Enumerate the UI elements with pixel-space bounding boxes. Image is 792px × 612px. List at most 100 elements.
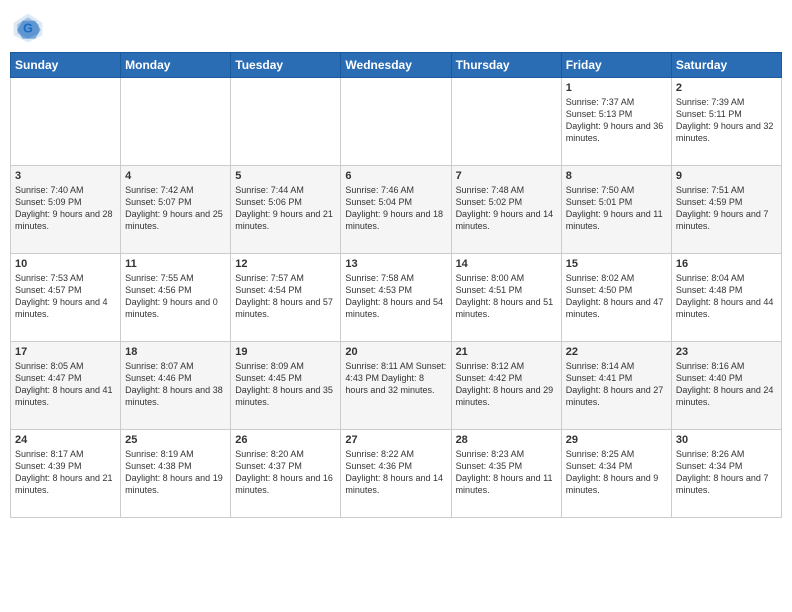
col-header-sunday: Sunday <box>11 53 121 78</box>
day-number: 4 <box>125 170 226 182</box>
day-info: Sunrise: 7:46 AM Sunset: 5:04 PM Dayligh… <box>345 184 446 233</box>
calendar-cell: 17 Sunrise: 8:05 AM Sunset: 4:47 PM Dayli… <box>11 342 121 430</box>
day-number: 8 <box>566 170 667 182</box>
header: G <box>10 10 782 46</box>
day-number: 24 <box>15 434 116 446</box>
calendar-cell <box>121 78 231 166</box>
calendar-cell: 7 Sunrise: 7:48 AM Sunset: 5:02 PM Daylig… <box>451 166 561 254</box>
day-number: 3 <box>15 170 116 182</box>
day-info: Sunrise: 7:53 AM Sunset: 4:57 PM Dayligh… <box>15 272 116 321</box>
calendar-cell: 12 Sunrise: 7:57 AM Sunset: 4:54 PM Dayli… <box>231 254 341 342</box>
day-info: Sunrise: 8:05 AM Sunset: 4:47 PM Dayligh… <box>15 360 116 409</box>
day-number: 19 <box>235 346 336 358</box>
calendar-cell: 4 Sunrise: 7:42 AM Sunset: 5:07 PM Daylig… <box>121 166 231 254</box>
day-number: 9 <box>676 170 777 182</box>
day-number: 5 <box>235 170 336 182</box>
day-info: Sunrise: 8:19 AM Sunset: 4:38 PM Dayligh… <box>125 448 226 497</box>
day-info: Sunrise: 8:25 AM Sunset: 4:34 PM Dayligh… <box>566 448 667 497</box>
calendar-cell: 1 Sunrise: 7:37 AM Sunset: 5:13 PM Daylig… <box>561 78 671 166</box>
calendar-cell: 19 Sunrise: 8:09 AM Sunset: 4:45 PM Dayli… <box>231 342 341 430</box>
day-info: Sunrise: 7:51 AM Sunset: 4:59 PM Dayligh… <box>676 184 777 233</box>
logo-icon: G <box>10 10 46 46</box>
day-info: Sunrise: 7:44 AM Sunset: 5:06 PM Dayligh… <box>235 184 336 233</box>
day-number: 21 <box>456 346 557 358</box>
day-info: Sunrise: 8:26 AM Sunset: 4:34 PM Dayligh… <box>676 448 777 497</box>
svg-text:G: G <box>23 22 33 36</box>
logo: G <box>10 10 50 46</box>
day-number: 11 <box>125 258 226 270</box>
day-number: 17 <box>15 346 116 358</box>
day-info: Sunrise: 7:58 AM Sunset: 4:53 PM Dayligh… <box>345 272 446 321</box>
day-number: 2 <box>676 82 777 94</box>
day-number: 16 <box>676 258 777 270</box>
day-info: Sunrise: 8:07 AM Sunset: 4:46 PM Dayligh… <box>125 360 226 409</box>
day-info: Sunrise: 7:57 AM Sunset: 4:54 PM Dayligh… <box>235 272 336 321</box>
day-info: Sunrise: 8:20 AM Sunset: 4:37 PM Dayligh… <box>235 448 336 497</box>
calendar-cell: 25 Sunrise: 8:19 AM Sunset: 4:38 PM Dayli… <box>121 430 231 518</box>
calendar-cell <box>341 78 451 166</box>
day-info: Sunrise: 7:55 AM Sunset: 4:56 PM Dayligh… <box>125 272 226 321</box>
calendar-cell: 23 Sunrise: 8:16 AM Sunset: 4:40 PM Dayli… <box>671 342 781 430</box>
calendar-cell: 15 Sunrise: 8:02 AM Sunset: 4:50 PM Dayli… <box>561 254 671 342</box>
day-info: Sunrise: 8:02 AM Sunset: 4:50 PM Dayligh… <box>566 272 667 321</box>
day-info: Sunrise: 7:37 AM Sunset: 5:13 PM Dayligh… <box>566 96 667 145</box>
calendar-cell: 10 Sunrise: 7:53 AM Sunset: 4:57 PM Dayli… <box>11 254 121 342</box>
calendar-cell: 29 Sunrise: 8:25 AM Sunset: 4:34 PM Dayli… <box>561 430 671 518</box>
day-number: 10 <box>15 258 116 270</box>
day-info: Sunrise: 7:39 AM Sunset: 5:11 PM Dayligh… <box>676 96 777 145</box>
calendar-cell: 27 Sunrise: 8:22 AM Sunset: 4:36 PM Dayli… <box>341 430 451 518</box>
day-info: Sunrise: 8:14 AM Sunset: 4:41 PM Dayligh… <box>566 360 667 409</box>
calendar-cell: 3 Sunrise: 7:40 AM Sunset: 5:09 PM Daylig… <box>11 166 121 254</box>
day-number: 12 <box>235 258 336 270</box>
col-header-tuesday: Tuesday <box>231 53 341 78</box>
day-number: 14 <box>456 258 557 270</box>
col-header-wednesday: Wednesday <box>341 53 451 78</box>
calendar-cell: 2 Sunrise: 7:39 AM Sunset: 5:11 PM Daylig… <box>671 78 781 166</box>
calendar-cell: 9 Sunrise: 7:51 AM Sunset: 4:59 PM Daylig… <box>671 166 781 254</box>
day-info: Sunrise: 8:22 AM Sunset: 4:36 PM Dayligh… <box>345 448 446 497</box>
day-info: Sunrise: 7:48 AM Sunset: 5:02 PM Dayligh… <box>456 184 557 233</box>
day-info: Sunrise: 8:00 AM Sunset: 4:51 PM Dayligh… <box>456 272 557 321</box>
calendar-cell: 16 Sunrise: 8:04 AM Sunset: 4:48 PM Dayli… <box>671 254 781 342</box>
calendar-cell: 21 Sunrise: 8:12 AM Sunset: 4:42 PM Dayli… <box>451 342 561 430</box>
day-number: 13 <box>345 258 446 270</box>
calendar-cell: 13 Sunrise: 7:58 AM Sunset: 4:53 PM Dayli… <box>341 254 451 342</box>
day-info: Sunrise: 8:17 AM Sunset: 4:39 PM Dayligh… <box>15 448 116 497</box>
day-number: 29 <box>566 434 667 446</box>
day-number: 27 <box>345 434 446 446</box>
day-number: 7 <box>456 170 557 182</box>
calendar-cell: 26 Sunrise: 8:20 AM Sunset: 4:37 PM Dayli… <box>231 430 341 518</box>
calendar-cell <box>231 78 341 166</box>
day-number: 15 <box>566 258 667 270</box>
calendar-cell: 20Sunrise: 8:11 AM Sunset: 4:43 PM Dayli… <box>341 342 451 430</box>
day-number: 6 <box>345 170 446 182</box>
day-number: 1 <box>566 82 667 94</box>
day-info: Sunrise: 8:12 AM Sunset: 4:42 PM Dayligh… <box>456 360 557 409</box>
day-info: Sunrise: 8:04 AM Sunset: 4:48 PM Dayligh… <box>676 272 777 321</box>
col-header-saturday: Saturday <box>671 53 781 78</box>
day-number: 26 <box>235 434 336 446</box>
day-number: 22 <box>566 346 667 358</box>
calendar-cell <box>451 78 561 166</box>
day-info: Sunrise: 7:40 AM Sunset: 5:09 PM Dayligh… <box>15 184 116 233</box>
calendar-cell: 18Sunrise: 8:07 AM Sunset: 4:46 PM Dayli… <box>121 342 231 430</box>
calendar-cell: 6 Sunrise: 7:46 AM Sunset: 5:04 PM Daylig… <box>341 166 451 254</box>
calendar-cell: 14 Sunrise: 8:00 AM Sunset: 4:51 PM Dayli… <box>451 254 561 342</box>
calendar-cell: 22 Sunrise: 8:14 AM Sunset: 4:41 PM Dayli… <box>561 342 671 430</box>
day-number: 25 <box>125 434 226 446</box>
day-number: 20 <box>345 346 446 358</box>
col-header-thursday: Thursday <box>451 53 561 78</box>
col-header-friday: Friday <box>561 53 671 78</box>
day-info: Sunrise: 7:50 AM Sunset: 5:01 PM Dayligh… <box>566 184 667 233</box>
day-info: Sunrise: 8:16 AM Sunset: 4:40 PM Dayligh… <box>676 360 777 409</box>
day-info: Sunrise: 7:42 AM Sunset: 5:07 PM Dayligh… <box>125 184 226 233</box>
col-header-monday: Monday <box>121 53 231 78</box>
day-info: Sunrise: 8:23 AM Sunset: 4:35 PM Dayligh… <box>456 448 557 497</box>
day-info: Sunrise: 8:09 AM Sunset: 4:45 PM Dayligh… <box>235 360 336 409</box>
day-number: 23 <box>676 346 777 358</box>
calendar-cell: 30Sunrise: 8:26 AM Sunset: 4:34 PM Dayli… <box>671 430 781 518</box>
calendar-cell: 28 Sunrise: 8:23 AM Sunset: 4:35 PM Dayli… <box>451 430 561 518</box>
calendar-cell: 5 Sunrise: 7:44 AM Sunset: 5:06 PM Daylig… <box>231 166 341 254</box>
calendar-cell: 8 Sunrise: 7:50 AM Sunset: 5:01 PM Daylig… <box>561 166 671 254</box>
day-number: 28 <box>456 434 557 446</box>
